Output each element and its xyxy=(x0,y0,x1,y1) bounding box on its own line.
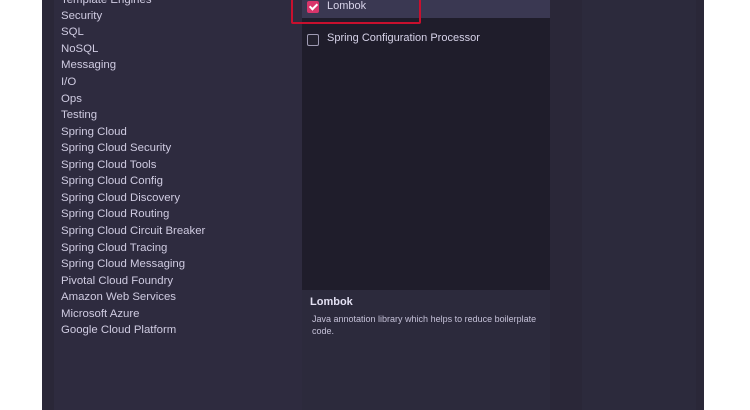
dependency-description-panel: Lombok Java annotation library which hel… xyxy=(302,290,550,410)
category-item-io[interactable]: I/O xyxy=(61,74,76,90)
category-item-spring-cloud-discovery[interactable]: Spring Cloud Discovery xyxy=(61,190,180,206)
dependency-item-spring-configuration-processor[interactable]: Spring Configuration Processor xyxy=(302,29,550,51)
category-item-ops[interactable]: Ops xyxy=(61,91,82,107)
category-item-spring-cloud-messaging[interactable]: Spring Cloud Messaging xyxy=(61,256,185,272)
category-list[interactable]: Template Engines Security SQL NoSQL Mess… xyxy=(54,0,302,410)
category-item-sql[interactable]: SQL xyxy=(61,24,84,40)
selected-dependencies-panel xyxy=(582,0,696,410)
category-item-template-engines[interactable]: Template Engines xyxy=(61,0,152,8)
category-item-spring-cloud-circuit-breaker[interactable]: Spring Cloud Circuit Breaker xyxy=(61,223,205,239)
spring-configuration-processor-checkbox[interactable] xyxy=(307,34,319,46)
dependency-label-spring-configuration-processor: Spring Configuration Processor xyxy=(327,32,480,44)
description-text: Java annotation library which helps to r… xyxy=(312,314,537,336)
dependency-list[interactable]: Lombok Spring Configuration Processor xyxy=(302,0,550,290)
highlight-box xyxy=(291,0,421,24)
category-item-security[interactable]: Security xyxy=(61,8,102,24)
category-item-spring-cloud[interactable]: Spring Cloud xyxy=(61,124,127,140)
category-item-spring-cloud-tools[interactable]: Spring Cloud Tools xyxy=(61,157,156,173)
category-item-spring-cloud-routing[interactable]: Spring Cloud Routing xyxy=(61,206,169,222)
category-item-spring-cloud-security[interactable]: Spring Cloud Security xyxy=(61,140,171,156)
panel-divider xyxy=(550,0,582,410)
category-item-testing[interactable]: Testing xyxy=(61,107,97,123)
description-title: Lombok xyxy=(310,296,353,308)
category-item-spring-cloud-config[interactable]: Spring Cloud Config xyxy=(61,173,163,189)
category-item-spring-cloud-tracing[interactable]: Spring Cloud Tracing xyxy=(61,240,167,256)
category-item-amazon-web-services[interactable]: Amazon Web Services xyxy=(61,289,176,305)
category-item-nosql[interactable]: NoSQL xyxy=(61,41,98,57)
category-item-microsoft-azure[interactable]: Microsoft Azure xyxy=(61,306,140,322)
category-item-pivotal-cloud-foundry[interactable]: Pivotal Cloud Foundry xyxy=(61,273,173,289)
category-item-google-cloud-platform[interactable]: Google Cloud Platform xyxy=(61,322,176,338)
category-item-messaging[interactable]: Messaging xyxy=(61,57,116,73)
